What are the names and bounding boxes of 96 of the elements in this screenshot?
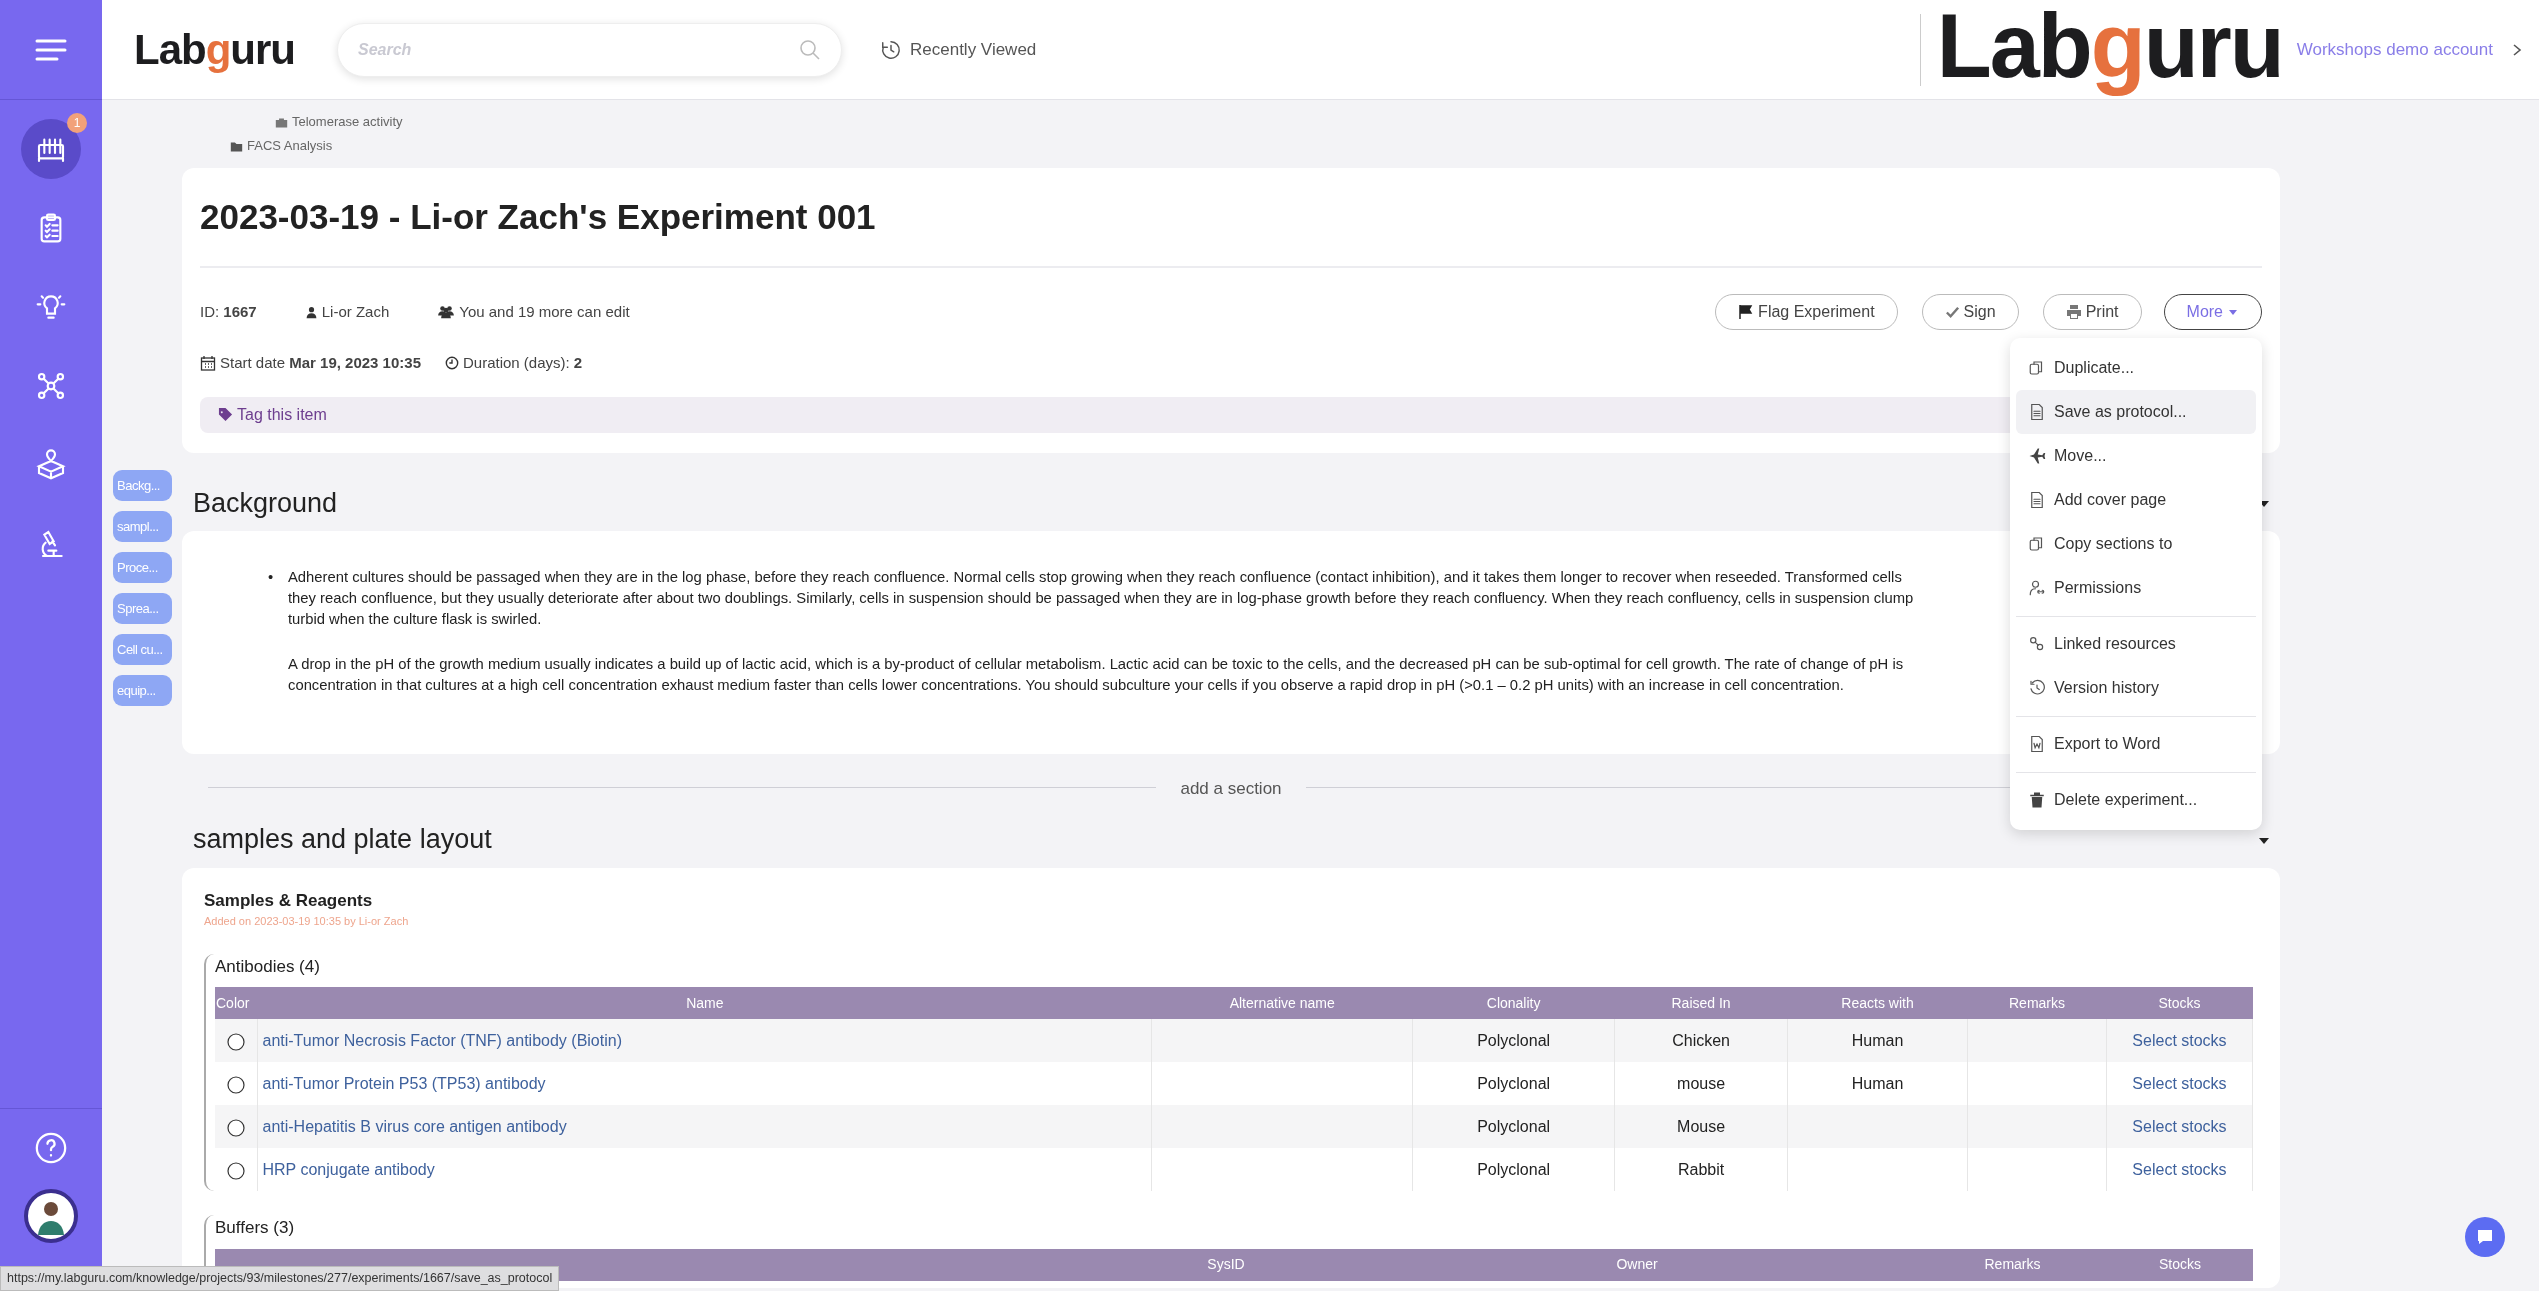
account-link[interactable]: Workshops demo account [2296, 36, 2523, 63]
package-pin-icon [35, 449, 67, 481]
owner-name: Li-or Zach [321, 301, 390, 322]
card-title: Samples & Reagents [204, 889, 374, 912]
table-cell: Polyclonal [1477, 1031, 1551, 1049]
column-header: SysID [1096, 1248, 1356, 1281]
trash-icon [2028, 790, 2046, 809]
word-document-icon [2028, 734, 2046, 753]
editors-note: You and 19 more can edit [459, 301, 630, 322]
column-header: Name [258, 987, 1152, 1020]
column-header: Reacts with [1787, 987, 1968, 1020]
history-icon [2028, 679, 2046, 697]
link-icon [2028, 634, 2046, 653]
experiment-id: ID: 1667 [200, 301, 257, 322]
user-icon [304, 305, 318, 319]
color-swatch-icon[interactable] [227, 1075, 246, 1094]
document-icon [2028, 403, 2046, 421]
added-note: Added on 2023-03-19 10:35 by Li-or Zach [204, 914, 410, 930]
notification-badge: 1 [67, 113, 87, 133]
calendar-icon [200, 355, 216, 372]
column-header: Remarks [1918, 1248, 2107, 1281]
start-date: Start date Mar 19, 2023 10:35 [220, 353, 421, 373]
paragraph: A drop in the pH of the growth medium usually indicates a build up of lactic acid, which is a by-product of cellular metabolism. Lactic acid can be toxic to the cells, and the decreased pH can be sub-optimal for cell growth. The rate of change of pH is concentration in that cultures at a high cell concentration exhaust medium faster than cells lower concentrations. You should subculture your cells if you observe a rapid drop in pH (>0.1 – 0.2 pH units) with an increase in cell concentration. [288, 654, 1904, 695]
action-button[interactable]: Print [2042, 294, 2142, 330]
column-header: Remarks [1967, 987, 2107, 1020]
action-button[interactable]: Flag Experiment [1715, 294, 1898, 330]
search-icon [798, 37, 822, 62]
avatar[interactable] [24, 1189, 78, 1243]
select-stocks-link[interactable]: Select stocks [2132, 1160, 2227, 1178]
printer-icon [2065, 304, 2082, 320]
folder-icon [230, 139, 243, 153]
menu-item[interactable]: Duplicate... [2016, 346, 2256, 390]
menu-item[interactable]: Version history [2016, 666, 2256, 710]
column-header: Clonality [1412, 987, 1615, 1020]
help-icon[interactable] [34, 1131, 68, 1165]
briefcase-icon [275, 115, 288, 129]
menu-item[interactable]: Linked resources [2016, 616, 2256, 666]
table-cell: Polyclonal [1477, 1117, 1551, 1135]
experiment-title: 2023-03-19 - Li-or Zach's Experiment 001 [200, 196, 877, 238]
sample-link[interactable]: HRP conjugate antibody [262, 1160, 435, 1178]
menu-item[interactable]: Delete experiment... [2016, 772, 2256, 822]
table-cell: Mouse [1677, 1117, 1726, 1135]
tag-icon [218, 407, 233, 422]
menu-item[interactable]: Move... [2016, 434, 2256, 478]
table-cell: Rabbit [1677, 1160, 1725, 1178]
breadcrumb-link[interactable]: Telomerase activity [275, 110, 2280, 134]
document-icon [2028, 491, 2046, 509]
brand-logo: Labguru [1936, 0, 2283, 98]
column-header: Alternative name [1151, 987, 1413, 1020]
action-button[interactable]: Sign [1921, 294, 2019, 330]
clock-icon [445, 356, 459, 371]
breadcrumb-link[interactable]: FACS Analysis [230, 134, 2280, 158]
select-stocks-link[interactable]: Select stocks [2132, 1074, 2227, 1092]
table-cell: Human [1851, 1031, 1904, 1049]
users-icon [437, 305, 456, 319]
sample-link[interactable]: anti-Hepatitis B virus core antigen antibody [262, 1117, 567, 1135]
paragraph: Adherent cultures should be passaged when they are in the log phase, before they reach confluence. Normal cells stop growing when they reach confluence (contact inhibition), and it takes them longer to recover when reseeded. Transformed cells they reach confluence, but they usually deteriorate after about two doublings. Similarly, cells in suspension should be passaged when they are in log-phase growth before they reach confluency. When they reach confluency, cells in suspension clump turbid when the culture flask is swirled. [288, 567, 1914, 629]
group-title: Buffers (3) [215, 1217, 296, 1240]
color-swatch-icon[interactable] [227, 1032, 246, 1051]
menu-item[interactable]: Copy sections to [2016, 522, 2256, 566]
chat-button[interactable] [2465, 1217, 2505, 1257]
color-swatch-icon[interactable] [227, 1161, 246, 1180]
table-cell: Human [1851, 1074, 1904, 1092]
column-header: Stocks [2107, 1248, 2253, 1281]
menu-item[interactable]: Permissions [2016, 566, 2256, 610]
menu-item[interactable]: Add cover page [2016, 478, 2256, 522]
plane-icon [2028, 447, 2046, 465]
check-icon [1944, 304, 1960, 320]
duration: Duration (days): 2 [463, 353, 583, 373]
flag-icon [1738, 304, 1755, 320]
color-swatch-icon[interactable] [227, 1118, 246, 1137]
sample-link[interactable]: anti-Tumor Protein P53 (TP53) antibody [262, 1074, 546, 1092]
column-header: Color [215, 987, 258, 1020]
status-bar-url: https://my.labguru.com/knowledge/projects/93/milestones/277/experiments/1667/save_as_protocol [0, 1266, 560, 1291]
more-dropdown-button[interactable]: More [2163, 294, 2262, 330]
sample-link[interactable]: anti-Tumor Necrosis Factor (TNF) antibody (Biotin) [262, 1031, 622, 1049]
history-icon [880, 38, 902, 61]
logo: Labguru [134, 28, 295, 71]
sidebar-button[interactable] [21, 119, 81, 179]
column-header: Stocks [2106, 987, 2253, 1020]
chat-icon [2475, 1227, 2495, 1247]
column-header: Owner [1356, 1248, 1918, 1281]
user-link-icon [2028, 579, 2046, 597]
recently-viewed-link[interactable]: Recently Viewed [880, 36, 1037, 63]
table-cell: mouse [1677, 1074, 1726, 1092]
section-title: Background [193, 486, 338, 519]
table-cell: Polyclonal [1477, 1074, 1551, 1092]
table-cell: Polyclonal [1477, 1160, 1551, 1178]
group-title: Antibodies (4) [215, 955, 321, 978]
menu-item[interactable]: Save as protocol... [2016, 390, 2256, 434]
table-cell: Chicken [1672, 1031, 1730, 1049]
network-icon [35, 370, 67, 402]
column-header: Raised In [1614, 987, 1788, 1020]
section-title: samples and plate layout [193, 823, 492, 856]
bullet: • [267, 567, 275, 587]
menu-item[interactable]: Export to Word [2016, 716, 2256, 766]
